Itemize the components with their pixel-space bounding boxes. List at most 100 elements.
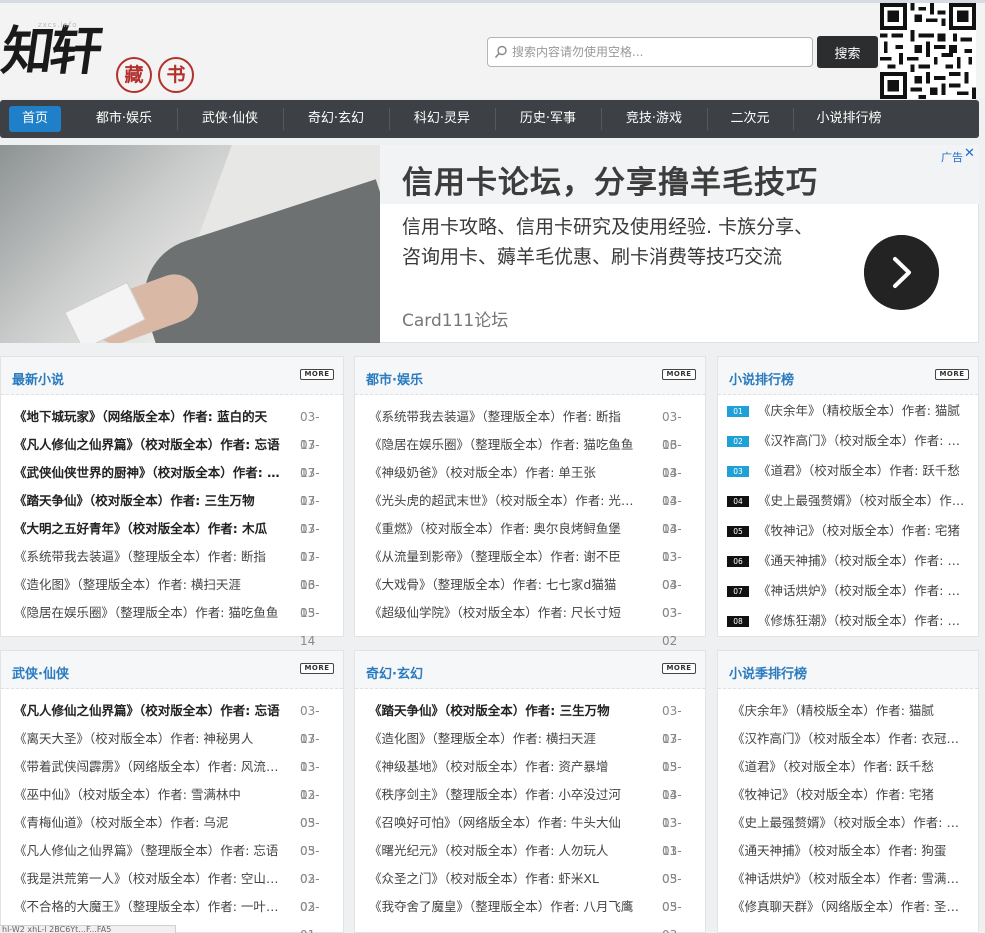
list-item-title[interactable]: 《大戏骨》（整理版全本）作者: 七七家d猫猫: [369, 571, 637, 599]
ad-source[interactable]: Card111论坛: [402, 306, 508, 331]
ranking-item[interactable]: 01 《庆余年》（精校版全本）作者: 猫腻: [718, 397, 980, 425]
list-item-title[interactable]: 《神级基地》（校对版全本）作者: 资产暴增: [369, 753, 637, 781]
panel-title[interactable]: 武侠·仙侠: [12, 663, 69, 682]
list-item-title[interactable]: 《神级奶爸》（校对版全本）作者: 单王张: [369, 459, 637, 487]
ranking-item[interactable]: 05 《牧神记》（校对版全本）作者: 宅猪: [718, 517, 980, 545]
panel-header: 小说季排行榜: [718, 651, 978, 689]
panel-header: 最新小说 MORE: [1, 357, 343, 395]
list-item-title[interactable]: 《大明之五好青年》（校对版全本）作者: 木瓜: [14, 515, 284, 543]
ranking-item-title[interactable]: 《汉祚高门》（校对版全本）作者: 衣冠胜雪: [758, 427, 970, 455]
more-button[interactable]: MORE: [300, 369, 334, 380]
ranking-item[interactable]: 02 《汉祚高门》（校对版全本）作者: 衣冠胜雪: [718, 427, 980, 455]
list-item-title[interactable]: 《神话烘炉》（校对版全本）作者: 雪满弓刀: [732, 865, 970, 893]
list-item[interactable]: 《汉祚高门》（校对版全本）作者: 衣冠胜雪: [718, 725, 980, 753]
nav-urban[interactable]: 都市·娱乐: [72, 100, 176, 138]
panel-title[interactable]: 奇幻·玄幻: [366, 663, 423, 682]
list-item-title[interactable]: 《光头虎的超武末世》（校对版全本）作者: 光头虎: [369, 487, 637, 515]
list-item-title[interactable]: 《我是洪荒第一人》（校对版全本）作者: 空山新雨: [14, 865, 284, 893]
list-item-title[interactable]: 《踏天争仙》（校对版全本）作者: 三生万物: [369, 697, 637, 725]
ranking-item-title[interactable]: 《修炼狂潮》（校对版全本）作者: 傲天无痕: [758, 607, 970, 635]
logo-seal-1: 藏: [116, 57, 152, 93]
ad-title[interactable]: 信用卡论坛，分享撸羊毛技巧: [402, 157, 818, 202]
ranking-item-title[interactable]: 《庆余年》（精校版全本）作者: 猫腻: [758, 397, 970, 425]
list-item-title[interactable]: 《我夺舍了魔皇》（整理版全本）作者: 八月飞鹰: [369, 893, 637, 921]
more-button[interactable]: MORE: [662, 663, 696, 674]
list-item-title[interactable]: 《造化图》（整理版全本）作者: 横扫天涯: [14, 571, 284, 599]
list-item-title[interactable]: 《不合格的大魔王》（整理版全本）作者: 一叶知秋: [14, 893, 284, 921]
chevron-right-icon[interactable]: [864, 235, 939, 310]
more-button[interactable]: MORE: [300, 663, 334, 674]
ad-banner[interactable]: 信用卡论坛，分享撸羊毛技巧 信用卡攻略、信用卡研究及使用经验. 卡族分享、咨询用…: [0, 145, 979, 343]
list-item-title[interactable]: 《秩序剑主》（整理版全本）作者: 小卒没过河: [369, 781, 637, 809]
panel-title[interactable]: 都市·娱乐: [366, 369, 423, 388]
ranking-item-title[interactable]: 《通天神捕》（校对版全本）作者: 狗蛋: [758, 547, 970, 575]
list-item-title[interactable]: 《凡人修仙之仙界篇》（整理版全本）作者: 忘语: [14, 837, 284, 865]
ranking-item[interactable]: 07 《神话烘炉》（校对版全本）作者: 雪满弓刀: [718, 577, 980, 605]
nav-games[interactable]: 竞技·游戏: [602, 100, 706, 138]
list-item-title[interactable]: 《道君》（校对版全本）作者: 跃千愁: [732, 753, 970, 781]
list-item[interactable]: 《牧神记》（校对版全本）作者: 宅猪: [718, 781, 980, 809]
list-item-title[interactable]: 《从流量到影帝》（整理版全本）作者: 谢不臣: [369, 543, 637, 571]
list-item-title[interactable]: 《凡人修仙之仙界篇》（校对版全本）作者: 忘语: [14, 431, 284, 459]
list-item-title[interactable]: 《带着武侠闯霹雳》（网络版全本）作者: 风流一刀: [14, 753, 284, 781]
ranking-item-title[interactable]: 《史上最强赘婿》（校对版全本）作者: 沉默的糕点: [758, 487, 970, 515]
ranking-item-title[interactable]: 《牧神记》（校对版全本）作者: 宅猪: [758, 517, 970, 545]
nav-ranking[interactable]: 小说排行榜: [794, 100, 904, 138]
ranking-item[interactable]: 08 《修炼狂潮》（校对版全本）作者: 傲天无痕: [718, 607, 980, 635]
list-item-title[interactable]: 《史上最强赘婿》（校对版全本）作者: 沉默的糕点: [732, 809, 970, 837]
list-item-title[interactable]: 《曙光纪元》（校对版全本）作者: 人勿玩人: [369, 837, 637, 865]
panel-title[interactable]: 小说排行榜: [729, 369, 794, 388]
search-input[interactable]: [512, 38, 808, 66]
nav-history[interactable]: 历史·军事: [496, 100, 600, 138]
more-button[interactable]: MORE: [935, 369, 969, 380]
list-item-title[interactable]: 《离天大圣》（校对版全本）作者: 神秘男人: [14, 725, 284, 753]
panel-urban: 都市·娱乐 MORE 《系统带我去装逼》（整理版全本）作者: 断指 03-16 《…: [354, 356, 706, 648]
more-button[interactable]: MORE: [662, 369, 696, 380]
close-icon[interactable]: ✕: [964, 146, 975, 161]
list-item[interactable]: 《史上最强赘婿》（校对版全本）作者: 沉默的糕点: [718, 809, 980, 837]
nav-wuxia[interactable]: 武侠·仙侠: [178, 100, 282, 138]
ranking-item[interactable]: 03 《道君》（校对版全本）作者: 跃千愁: [718, 457, 980, 485]
list-item-title[interactable]: 《武侠仙侠世界的厨神》（校对版全本）作者: 三手: [14, 459, 284, 487]
list-item-date: 03-02: [662, 606, 682, 648]
ad-badge[interactable]: 广告: [941, 149, 963, 165]
list-item-title[interactable]: 《踏天争仙》（校对版全本）作者: 三生万物: [14, 487, 284, 515]
list-item-title[interactable]: 《召唤好可怕》（网络版全本）作者: 牛头大仙: [369, 809, 637, 837]
nav-fantasy[interactable]: 奇幻·玄幻: [284, 100, 388, 138]
list-item-title[interactable]: 《通天神捕》（校对版全本）作者: 狗蛋: [732, 837, 970, 865]
list-item-title[interactable]: 《造化图》（整理版全本）作者: 横扫天涯: [369, 725, 637, 753]
ad-image[interactable]: [0, 145, 380, 343]
list-item-title[interactable]: 《凡人修仙之仙界篇》（校对版全本）作者: 忘语: [14, 697, 284, 725]
list-item[interactable]: 《庆余年》（精校版全本）作者: 猫腻: [718, 697, 980, 725]
list-item-title[interactable]: 《重燃》（校对版全本）作者: 奥尔良烤鲟鱼堡: [369, 515, 637, 543]
site-logo[interactable]: 知轩 zxcs.info 藏 书: [0, 15, 202, 101]
list-item-title[interactable]: 《青梅仙道》（校对版全本）作者: 乌泥: [14, 809, 284, 837]
list-item-title[interactable]: 《系统带我去装逼》（整理版全本）作者: 断指: [14, 543, 284, 571]
list-item[interactable]: 《通天神捕》（校对版全本）作者: 狗蛋: [718, 837, 980, 865]
list-item[interactable]: 《神话烘炉》（校对版全本）作者: 雪满弓刀: [718, 865, 980, 893]
list-item-title[interactable]: 《汉祚高门》（校对版全本）作者: 衣冠胜雪: [732, 725, 970, 753]
nav-acg[interactable]: 二次元: [708, 100, 792, 138]
ranking-item[interactable]: 06 《通天神捕》（校对版全本）作者: 狗蛋: [718, 547, 980, 575]
ranking-item-title[interactable]: 《神话烘炉》（校对版全本）作者: 雪满弓刀: [758, 577, 970, 605]
list-item[interactable]: 《修真聊天群》（网络版全本）作者: 圣骑士的传说: [718, 893, 980, 921]
nav-home[interactable]: 首页: [5, 100, 65, 138]
panel-title[interactable]: 最新小说: [12, 369, 64, 388]
list-item-title[interactable]: 《牧神记》（校对版全本）作者: 宅猪: [732, 781, 970, 809]
list-item-title[interactable]: 《地下城玩家》（网络版全本）作者: 蓝白的天: [14, 403, 284, 431]
list-item-title[interactable]: 《庆余年》（精校版全本）作者: 猫腻: [732, 697, 970, 725]
ranking-item-title[interactable]: 《道君》（校对版全本）作者: 跃千愁: [758, 457, 970, 485]
list-item-title[interactable]: 《巫中仙》（校对版全本）作者: 雪满林中: [14, 781, 284, 809]
panel-title[interactable]: 小说季排行榜: [729, 663, 807, 682]
list-item[interactable]: 《道君》（校对版全本）作者: 跃千愁: [718, 753, 980, 781]
list-item-title[interactable]: 《修真聊天群》（网络版全本）作者: 圣骑士的传说: [732, 893, 970, 921]
search-button[interactable]: 搜索: [817, 36, 878, 68]
ad-description[interactable]: 信用卡攻略、信用卡研究及使用经验. 卡族分享、咨询用卡、薅羊毛优惠、刷卡消费等技…: [402, 212, 822, 272]
list-item-title[interactable]: 《众圣之门》（校对版全本）作者: 虾米XL: [369, 865, 637, 893]
list-item-title[interactable]: 《系统带我去装逼》（整理版全本）作者: 断指: [369, 403, 637, 431]
nav-scifi[interactable]: 科幻·灵异: [390, 100, 494, 138]
list-item-title[interactable]: 《超级仙学院》（校对版全本）作者: 尺长寸短: [369, 599, 637, 627]
list-item-title[interactable]: 《隐居在娱乐圈》（整理版全本）作者: 猫吃鱼鱼: [14, 599, 284, 627]
list-item-title[interactable]: 《隐居在娱乐圈》（整理版全本）作者: 猫吃鱼鱼: [369, 431, 637, 459]
ranking-item[interactable]: 04 《史上最强赘婿》（校对版全本）作者: 沉默的糕点: [718, 487, 980, 515]
